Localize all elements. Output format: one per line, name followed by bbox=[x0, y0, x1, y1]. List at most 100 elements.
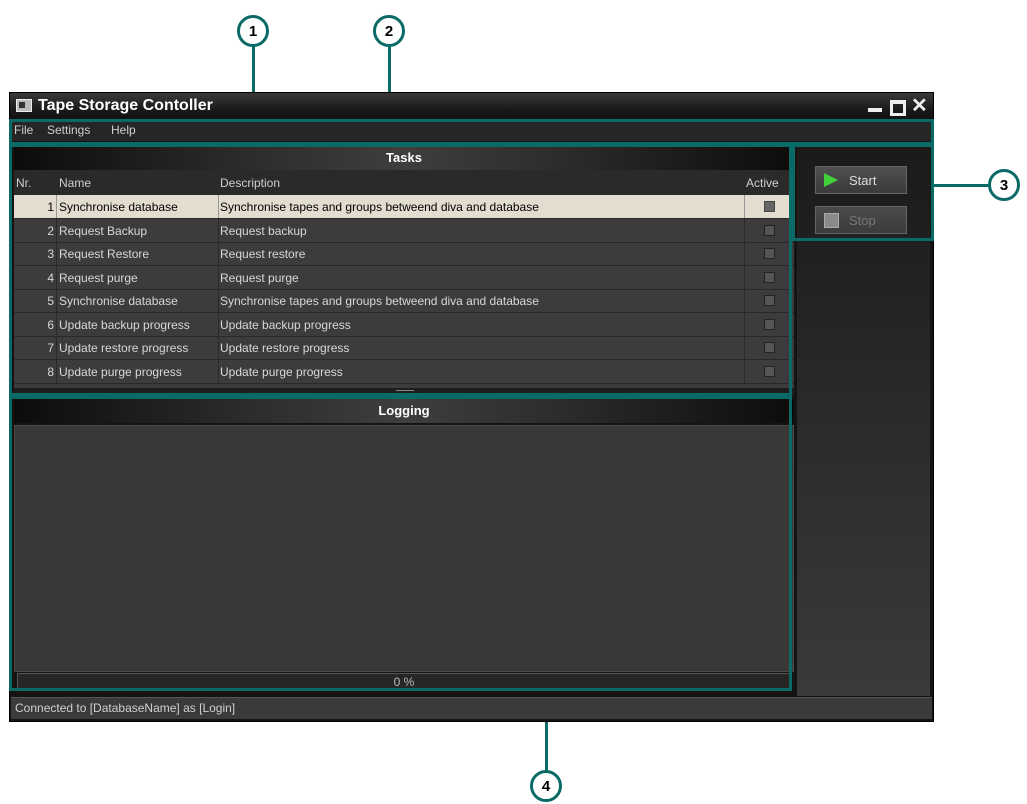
column-separator bbox=[56, 312, 57, 336]
stop-label: Stop bbox=[849, 213, 876, 228]
callout-3: 3 bbox=[988, 169, 1020, 201]
app-icon bbox=[16, 99, 32, 112]
stop-icon bbox=[824, 213, 839, 228]
progress-bar: 0 % bbox=[17, 673, 791, 691]
row-description: Request restore bbox=[220, 247, 306, 261]
control-panel: Start Stop bbox=[797, 146, 930, 696]
callout-3-leader bbox=[932, 184, 989, 187]
start-label: Start bbox=[849, 173, 877, 188]
active-checkbox[interactable] bbox=[764, 342, 775, 353]
column-separator bbox=[218, 242, 219, 265]
table-row[interactable]: 4 Request purge Request purge bbox=[14, 265, 794, 290]
row-name: Synchronise database bbox=[59, 200, 178, 214]
column-separator bbox=[56, 336, 57, 359]
column-separator bbox=[744, 195, 745, 218]
table-row[interactable]: 6 Update backup progress Update backup pro… bbox=[14, 312, 794, 337]
row-nr: 5 bbox=[47, 294, 54, 308]
menu-file[interactable]: File bbox=[14, 123, 33, 137]
column-separator bbox=[744, 218, 745, 242]
minimize-icon[interactable] bbox=[867, 96, 883, 116]
callout-1: 1 bbox=[237, 15, 269, 47]
column-separator bbox=[744, 289, 745, 312]
row-name: Request purge bbox=[59, 270, 138, 285]
column-separator bbox=[56, 359, 57, 383]
window-title: Tape Storage Contoller bbox=[38, 97, 213, 114]
row-description: Synchronise tapes and groups betweend di… bbox=[220, 200, 539, 214]
row-nr: 4 bbox=[47, 270, 54, 285]
column-separator bbox=[56, 242, 57, 265]
active-checkbox[interactable] bbox=[764, 201, 775, 212]
row-name: Request Backup bbox=[59, 223, 148, 238]
callout-4: 4 bbox=[530, 770, 562, 802]
row-name: Update purge progress bbox=[59, 364, 182, 379]
column-nr[interactable]: Nr. bbox=[16, 176, 31, 190]
column-separator bbox=[744, 265, 745, 289]
tasks-table: Nr. Name Description Active 1 Synchronise… bbox=[14, 170, 794, 388]
row-nr: 3 bbox=[47, 247, 54, 261]
menu-settings[interactable]: Settings bbox=[47, 123, 90, 137]
column-description[interactable]: Description bbox=[220, 176, 280, 190]
table-header: Nr. Name Description Active bbox=[14, 170, 794, 195]
start-button[interactable]: Start bbox=[815, 166, 907, 194]
stop-button[interactable]: Stop bbox=[815, 206, 907, 234]
row-nr: 1 bbox=[47, 200, 54, 214]
menu-bar: File Settings Help bbox=[11, 120, 932, 141]
active-checkbox[interactable] bbox=[764, 365, 775, 377]
column-separator bbox=[218, 195, 219, 218]
row-name: Synchronise database bbox=[59, 294, 178, 308]
column-separator bbox=[218, 336, 219, 359]
status-bar: Connected to [DatabaseName] as [Login] bbox=[11, 697, 932, 719]
column-separator bbox=[744, 242, 745, 265]
table-row[interactable]: 5 Synchronise database Synchronise tapes a… bbox=[14, 289, 794, 313]
column-separator bbox=[744, 359, 745, 383]
row-nr: 6 bbox=[47, 317, 54, 332]
row-description: Request purge bbox=[220, 270, 299, 285]
close-icon[interactable]: ✕ bbox=[911, 96, 928, 116]
row-nr: 7 bbox=[47, 341, 54, 355]
row-name: Request Restore bbox=[59, 247, 150, 261]
row-name: Update backup progress bbox=[59, 317, 190, 332]
column-separator bbox=[744, 312, 745, 336]
callout-2: 2 bbox=[373, 15, 405, 47]
column-active[interactable]: Active bbox=[746, 176, 779, 190]
row-description: Update purge progress bbox=[220, 364, 343, 379]
active-checkbox[interactable] bbox=[764, 248, 775, 259]
column-separator bbox=[218, 359, 219, 383]
row-description: Update backup progress bbox=[220, 317, 351, 332]
column-name[interactable]: Name bbox=[59, 176, 91, 190]
table-row[interactable]: 7 Update restore progress Update restore p… bbox=[14, 336, 794, 360]
logging-header: Logging bbox=[14, 399, 794, 423]
active-checkbox[interactable] bbox=[764, 318, 775, 330]
row-nr: 2 bbox=[47, 223, 54, 238]
row-description: Synchronise tapes and groups betweend di… bbox=[220, 294, 539, 308]
log-area[interactable] bbox=[14, 425, 794, 672]
title-bar[interactable]: Tape Storage Contoller ✕ bbox=[10, 93, 933, 120]
table-row[interactable]: 8 Update purge progress Update purge progr… bbox=[14, 359, 794, 384]
table-row[interactable]: 2 Request Backup Request backup bbox=[14, 218, 794, 243]
column-separator bbox=[744, 336, 745, 359]
table-row[interactable]: 3 Request Restore Request restore bbox=[14, 242, 794, 266]
table-row[interactable]: 1 Synchronise database Synchronise tapes a… bbox=[14, 195, 794, 219]
column-separator bbox=[56, 195, 57, 218]
active-checkbox[interactable] bbox=[764, 271, 775, 283]
row-nr: 8 bbox=[47, 364, 54, 379]
column-separator bbox=[56, 265, 57, 289]
maximize-icon[interactable] bbox=[889, 96, 906, 116]
play-icon bbox=[824, 173, 838, 187]
splitter-grip[interactable] bbox=[396, 390, 414, 395]
column-separator bbox=[218, 312, 219, 336]
menu-help[interactable]: Help bbox=[111, 123, 136, 137]
tasks-header: Tasks bbox=[14, 146, 794, 170]
row-name: Update restore progress bbox=[59, 341, 189, 355]
column-separator bbox=[56, 289, 57, 312]
row-description: Update restore progress bbox=[220, 341, 350, 355]
app-window: Tape Storage Contoller ✕ File Settings H… bbox=[9, 92, 934, 722]
progress-text: 0 % bbox=[393, 675, 415, 689]
splitter[interactable] bbox=[14, 388, 794, 396]
column-separator bbox=[218, 218, 219, 242]
column-separator bbox=[218, 289, 219, 312]
column-separator bbox=[218, 265, 219, 289]
active-checkbox[interactable] bbox=[764, 224, 775, 236]
row-description: Request backup bbox=[220, 223, 307, 238]
active-checkbox[interactable] bbox=[764, 295, 775, 306]
